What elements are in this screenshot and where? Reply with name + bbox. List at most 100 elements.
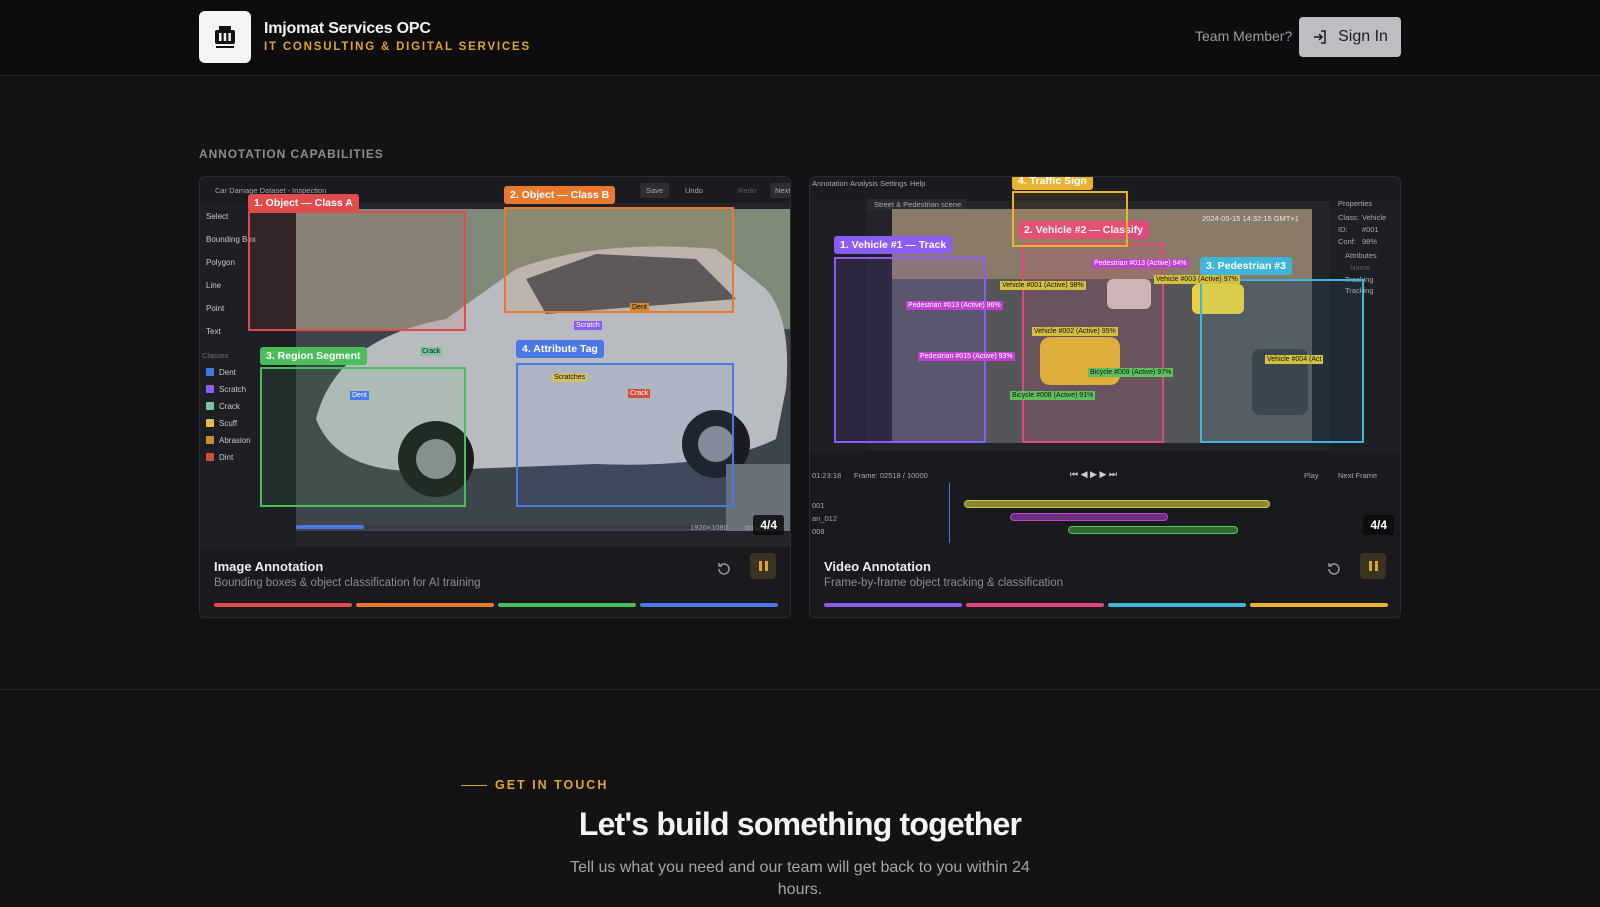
- mini-tag-bicycle-9: Bicycle #009 (Active) 97%: [1088, 368, 1174, 377]
- progress-segment[interactable]: [498, 603, 636, 607]
- attributes-toggle[interactable]: Attributes: [1345, 251, 1377, 260]
- video-annotation-viewer[interactable]: Annotation Analysis Settings Help Street…: [810, 177, 1400, 547]
- slide-progress: [214, 603, 778, 607]
- label-traffic-sign: 4. Traffic Sign: [1012, 177, 1093, 190]
- mini-tag-crack-2: Crack: [628, 389, 651, 398]
- mini-tag-scratch: Scratch: [574, 321, 602, 330]
- card-title: Video Annotation: [824, 559, 931, 574]
- logo-icon: [215, 26, 235, 48]
- mini-tag-vehicle-3: Vehicle #003 (Active) 97%: [1154, 275, 1240, 284]
- mini-tag-dent: Dent: [350, 391, 369, 400]
- eyebrow-line: [461, 785, 487, 786]
- menu-settings[interactable]: Settings: [880, 179, 907, 188]
- image-resolution: 1920×1080: [690, 523, 728, 532]
- menu-analysis[interactable]: Analysis: [850, 179, 878, 188]
- properties-title: Properties: [1338, 199, 1373, 208]
- track-001[interactable]: 001: [812, 501, 825, 510]
- label-attribute-tag: 4. Attribute Tag: [516, 340, 604, 358]
- prop-id-label: ID:: [1338, 225, 1348, 234]
- prop-id-value: #001: [1362, 225, 1379, 234]
- pause-button[interactable]: [1360, 553, 1386, 579]
- frame-counter: Frame: 02518 / 10000: [854, 471, 928, 480]
- sign-in-button[interactable]: Sign In: [1299, 17, 1401, 57]
- progress-segment[interactable]: [1108, 603, 1246, 607]
- progress-segment[interactable]: [214, 603, 352, 607]
- image-annotation-card: Car Damage Dataset - Inspection Save Und…: [199, 176, 791, 618]
- mini-tag-pedestrian-15: Pedestrian #015 (Active) 93%: [918, 352, 1015, 361]
- progress-segment[interactable]: [1250, 603, 1388, 607]
- slide-counter: 4/4: [1363, 515, 1394, 535]
- section-divider: [0, 689, 1600, 690]
- card-title: Image Annotation: [214, 559, 324, 574]
- track-an-012[interactable]: an_012: [812, 514, 837, 523]
- progress-segment[interactable]: [824, 603, 962, 607]
- menu-help[interactable]: Help: [910, 179, 925, 188]
- card-subtitle: Frame-by-frame object tracking & classif…: [824, 577, 1064, 589]
- progress-segment[interactable]: [966, 603, 1104, 607]
- redo-button[interactable]: Redo: [738, 186, 756, 195]
- track-bar-vehicle[interactable]: [964, 500, 1270, 508]
- save-button[interactable]: Save: [640, 183, 670, 198]
- prop-class-value: Vehicle: [1362, 213, 1387, 222]
- contact-headline: Let's build something together: [578, 806, 1022, 842]
- mini-tag-scratches: Scratches: [552, 373, 588, 382]
- contact-subtext: Tell us what you need and our team will …: [570, 859, 1030, 898]
- restart-icon[interactable]: [1326, 561, 1342, 577]
- label-pedestrian-3: 3. Pedestrian #3: [1200, 257, 1292, 275]
- prop-conf-label: Conf:: [1338, 237, 1356, 246]
- section-label: ANNOTATION CAPABILITIES: [199, 147, 384, 161]
- video-annotation-card: Annotation Analysis Settings Help Street…: [809, 176, 1401, 618]
- mini-tag-bicycle-8: Bicycle #008 (Active) 91%: [1010, 391, 1096, 400]
- progress-segment[interactable]: [356, 603, 494, 607]
- brand-name: Imjomat Services OPC: [264, 20, 431, 37]
- track-bar-bicycle[interactable]: [1068, 526, 1238, 534]
- classes-label: Classes: [202, 351, 229, 360]
- playhead[interactable]: [949, 483, 950, 543]
- menu-annotation[interactable]: Annotation: [812, 179, 848, 188]
- label-vehicle-1: 1. Vehicle #1 — Track: [834, 236, 953, 254]
- bbox-vehicle-1[interactable]: [834, 257, 986, 443]
- image-annotation-viewer[interactable]: Car Damage Dataset - Inspection Save Und…: [200, 177, 790, 547]
- prop-conf-value: 98%: [1362, 237, 1378, 246]
- undo-button[interactable]: Undo: [685, 186, 703, 195]
- video-time: 01:23:18: [812, 471, 842, 480]
- track-bar-pedestrian[interactable]: [1010, 513, 1168, 521]
- restart-icon[interactable]: [716, 561, 732, 577]
- sign-in-label: Sign In: [1338, 28, 1388, 45]
- next-button[interactable]: Next: [770, 183, 790, 198]
- name-field[interactable]: Name: [1350, 263, 1370, 272]
- pause-button[interactable]: [750, 553, 776, 579]
- video-timestamp: 2024-05-15 14:32:15 GMT+1: [1202, 214, 1299, 223]
- mini-tag-vehicle-4: Vehicle #004 (Act: [1265, 355, 1324, 364]
- label-object-b: 2. Object — Class B: [504, 186, 616, 204]
- progress-segment[interactable]: [640, 603, 778, 607]
- mini-tag-vehicle-1: Vehicle #001 (Active) 98%: [1000, 281, 1086, 290]
- slide-progress: [824, 603, 1388, 607]
- label-object-a: 1. Object — Class A: [248, 194, 359, 212]
- image-scrub-fill: [296, 525, 364, 529]
- company-logo[interactable]: [199, 11, 251, 63]
- playback-controls[interactable]: ⏮ ◀ ▶ ▶ ⏭: [1070, 469, 1117, 480]
- sign-in-icon: [1314, 30, 1326, 44]
- bbox-vehicle-2[interactable]: [1022, 243, 1164, 443]
- bbox-object-b[interactable]: [504, 207, 734, 313]
- bbox-region-segment[interactable]: [260, 367, 466, 507]
- card-subtitle: Bounding boxes & object classification f…: [214, 577, 481, 589]
- play-button[interactable]: Play: [1304, 471, 1319, 480]
- bbox-attribute-tag[interactable]: [516, 363, 734, 507]
- brand-tagline: IT CONSULTING & DIGITAL SERVICES: [264, 41, 531, 53]
- bbox-object-a[interactable]: [248, 211, 466, 331]
- slide-counter: 4/4: [753, 515, 784, 535]
- track-008[interactable]: 008: [812, 527, 825, 536]
- team-member-prompt: Team Member?: [1195, 28, 1293, 44]
- mini-tag-pedestrian-13: Pedestrian #013 (Active) 96%: [906, 301, 1003, 310]
- site-header: Imjomat Services OPC IT CONSULTING & DIG…: [0, 0, 1600, 76]
- mini-tag-crack: Crack: [420, 347, 443, 356]
- mini-tag-vehicle-2: Vehicle #002 (Active) 95%: [1032, 327, 1118, 336]
- contact-eyebrow: GET IN TOUCH: [495, 778, 609, 792]
- prop-class-label: Class:: [1338, 213, 1359, 222]
- mini-tag-dent-2: Dent: [630, 303, 649, 312]
- bbox-traffic-sign[interactable]: [1012, 191, 1128, 247]
- label-region-segment: 3. Region Segment: [260, 347, 367, 365]
- next-frame-button[interactable]: Next Frame: [1338, 471, 1377, 480]
